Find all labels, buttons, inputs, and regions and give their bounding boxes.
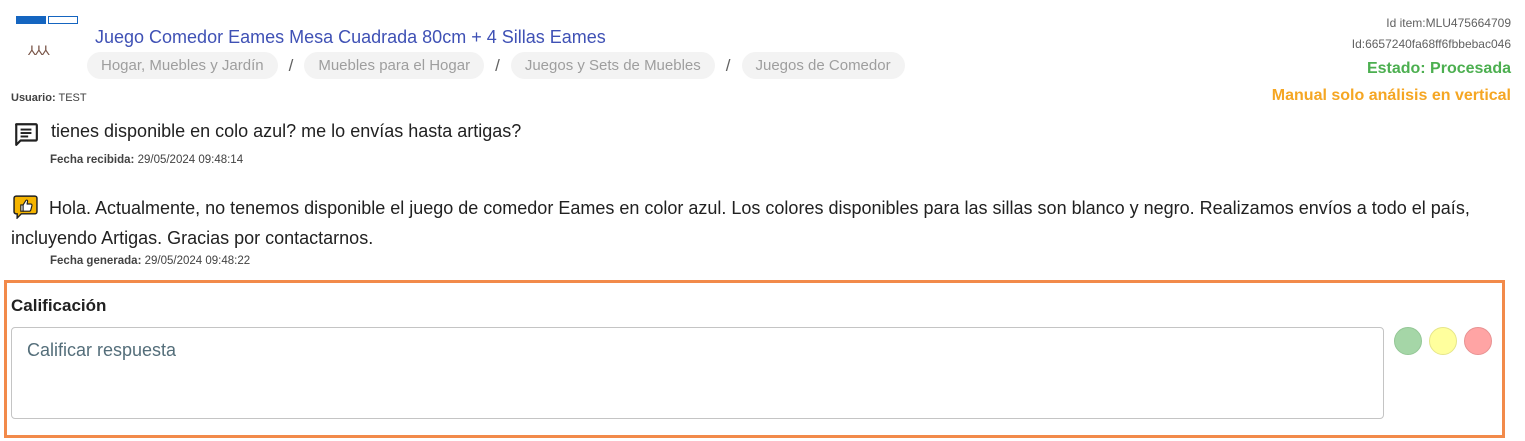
rating-red-button[interactable] bbox=[1464, 327, 1492, 355]
status-badge: Estado: Procesada bbox=[1366, 60, 1511, 77]
breadcrumb-item[interactable]: Hogar, Muebles y Jardín bbox=[87, 52, 278, 79]
question-text: tienes disponible en colo azul? me lo en… bbox=[51, 121, 522, 141]
generated-date-value: 29/05/2024 09:48:22 bbox=[144, 255, 251, 267]
rating-green-button[interactable] bbox=[1394, 327, 1422, 355]
user-info: Usuario: TEST bbox=[11, 92, 87, 104]
product-title-link[interactable]: Juego Comedor Eames Mesa Cuadrada 80cm +… bbox=[95, 27, 606, 48]
rating-yellow-button[interactable] bbox=[1429, 327, 1457, 355]
manual-analysis-note: Manual solo análisis en vertical bbox=[1271, 87, 1511, 104]
breadcrumb-separator: / bbox=[725, 55, 731, 75]
breadcrumb: Hogar, Muebles y Jardín / Muebles para e… bbox=[87, 52, 905, 79]
product-thumbnail: ⅄⅄⅄ bbox=[14, 10, 82, 72]
breadcrumb-item[interactable]: Juegos y Sets de Muebles bbox=[510, 52, 715, 79]
breadcrumb-separator: / bbox=[495, 55, 500, 75]
record-id: Id:6657240fa68ff6fbbebac046 bbox=[1351, 37, 1511, 51]
chairs-image: ⅄⅄⅄ bbox=[28, 44, 50, 59]
received-date: Fecha recibida: 29/05/2024 09:48:14 bbox=[50, 154, 243, 166]
breadcrumb-item[interactable]: Juegos de Comedor bbox=[741, 52, 905, 79]
user-label: Usuario: bbox=[11, 92, 56, 104]
thumbnail-brand-band bbox=[16, 16, 80, 24]
generated-date-label: Fecha generada: bbox=[50, 255, 142, 267]
chat-message-icon bbox=[13, 121, 39, 147]
user-value: TEST bbox=[58, 92, 87, 104]
breadcrumb-item[interactable]: Muebles para el Hogar bbox=[304, 52, 485, 79]
rating-input[interactable] bbox=[11, 327, 1384, 419]
generated-date: Fecha generada: 29/05/2024 09:48:22 bbox=[50, 255, 250, 267]
received-date-value: 29/05/2024 09:48:14 bbox=[137, 154, 244, 166]
received-date-label: Fecha recibida: bbox=[50, 154, 135, 166]
answer-text: Hola. Actualmente, no tenemos disponible… bbox=[11, 198, 1470, 248]
breadcrumb-separator: / bbox=[288, 55, 294, 75]
rating-title: Calificación bbox=[11, 296, 107, 315]
item-id: Id item:MLU475664709 bbox=[1386, 16, 1511, 30]
